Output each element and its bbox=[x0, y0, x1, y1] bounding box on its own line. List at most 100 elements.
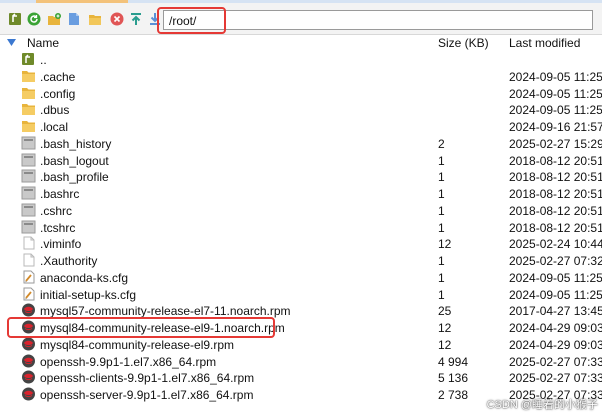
file-size: 1 bbox=[438, 220, 445, 235]
folder-icon bbox=[21, 102, 36, 116]
file-name: .bash_profile bbox=[40, 170, 109, 185]
file-row[interactable]: .tcshrc 1 2018-08-12 20:51 bbox=[0, 219, 602, 236]
sysfile-icon bbox=[21, 186, 36, 200]
sysfile-icon bbox=[21, 136, 36, 150]
file-row[interactable]: .bash_profile 1 2018-08-12 20:51 bbox=[0, 168, 602, 185]
rpm-icon bbox=[21, 387, 36, 401]
file-modified: 2018-08-12 20:51 bbox=[509, 170, 602, 185]
file-modified: 2018-08-12 20:51 bbox=[509, 187, 602, 201]
file-name: .cshrc bbox=[40, 203, 73, 218]
parent-dir-icon[interactable] bbox=[8, 12, 22, 26]
new-folder-icon[interactable] bbox=[47, 12, 61, 26]
file-row[interactable]: .local 2024-09-16 21:57 bbox=[0, 118, 602, 135]
file-size: 1 bbox=[438, 170, 445, 185]
rpm-icon bbox=[21, 303, 36, 317]
file-modified: 2025-02-24 10:44 bbox=[509, 237, 602, 252]
rpm-icon bbox=[21, 337, 36, 351]
cfg-icon bbox=[21, 270, 36, 284]
blank-icon bbox=[21, 236, 36, 250]
file-row[interactable]: .Xauthority 1 2025-02-27 07:32 bbox=[0, 252, 602, 269]
sysfile-icon bbox=[21, 203, 36, 217]
file-name: .config bbox=[40, 86, 76, 101]
file-row[interactable]: .cshrc 1 2018-08-12 20:51 bbox=[0, 202, 602, 219]
file-modified: 2018-08-12 20:51 bbox=[509, 220, 602, 235]
file-row[interactable]: initial-setup-ks.cfg 1 2024-09-05 11:25 bbox=[0, 286, 602, 303]
file-modified: 2024-04-29 09:03 bbox=[509, 337, 602, 352]
column-last-modified[interactable]: Last modified bbox=[509, 36, 580, 50]
file-modified: 2024-04-29 09:03 bbox=[509, 321, 602, 335]
rpm-icon bbox=[21, 354, 36, 368]
file-size: 1 bbox=[438, 153, 445, 168]
file-size: 12 bbox=[438, 237, 452, 252]
file-row[interactable]: openssh-clients-9.9p1-1.el7.x86_64.rpm 5 … bbox=[0, 369, 602, 386]
file-row[interactable]: .bash_logout 1 2018-08-12 20:51 bbox=[0, 152, 602, 169]
file-name: .bash_logout bbox=[40, 153, 109, 168]
row-highlight-box bbox=[7, 317, 275, 338]
file-size: 1 bbox=[438, 270, 445, 285]
cfg-icon bbox=[21, 287, 36, 301]
file-modified: 2024-09-05 11:25 bbox=[509, 270, 602, 285]
column-size[interactable]: Size (KB) bbox=[438, 36, 489, 50]
path-input[interactable]: /root/ bbox=[163, 10, 593, 30]
file-name: anaconda-ks.cfg bbox=[40, 270, 129, 285]
file-modified: 2024-09-05 11:25 bbox=[509, 69, 602, 84]
file-row[interactable]: mysql84-community-release-el9.rpm 12 2024-… bbox=[0, 336, 602, 353]
file-row[interactable]: .dbus 2024-09-05 11:25 bbox=[0, 101, 602, 118]
file-row[interactable]: .. bbox=[0, 51, 602, 68]
file-name: .dbus bbox=[40, 103, 70, 118]
file-row[interactable]: openssh-9.9p1-1.el7.x86_64.rpm 4 994 2025-… bbox=[0, 353, 602, 370]
sysfile-icon bbox=[21, 153, 36, 167]
folder-icon bbox=[21, 69, 36, 83]
file-row[interactable]: .cache 2024-09-05 11:25 bbox=[0, 68, 602, 85]
file-modified: 2018-08-12 20:51 bbox=[509, 153, 602, 168]
file-modified: 2025-02-27 07:33 bbox=[509, 371, 602, 386]
new-file-icon[interactable] bbox=[67, 12, 81, 26]
rpm-icon bbox=[21, 370, 36, 384]
column-name[interactable]: Name bbox=[27, 36, 59, 50]
file-row[interactable]: .viminfo 12 2025-02-24 10:44 bbox=[0, 235, 602, 252]
file-modified: 2024-09-05 11:25 bbox=[509, 103, 602, 118]
file-size: 1 bbox=[438, 187, 445, 201]
file-size: 4 994 bbox=[438, 354, 469, 369]
parent-icon bbox=[21, 52, 36, 66]
file-row[interactable]: .config 2024-09-05 11:25 bbox=[0, 85, 602, 102]
file-size: 12 bbox=[438, 337, 452, 352]
file-modified: 2018-08-12 20:51 bbox=[509, 203, 602, 218]
folder-icon bbox=[21, 86, 36, 100]
file-size: 2 738 bbox=[438, 388, 469, 402]
blank-icon bbox=[21, 253, 36, 267]
file-name: .tcshrc bbox=[40, 220, 76, 235]
file-size: 1 bbox=[438, 254, 445, 268]
column-header: Name Size (KB) Last modified bbox=[0, 35, 602, 51]
file-modified: 2025-02-27 15:29 bbox=[509, 136, 602, 151]
folder-icon bbox=[21, 119, 36, 133]
file-row[interactable]: anaconda-ks.cfg 1 2024-09-05 11:25 bbox=[0, 269, 602, 286]
file-name: openssh-clients-9.9p1-1.el7.x86_64.rpm bbox=[40, 371, 255, 386]
file-name: openssh-9.9p1-1.el7.x86_64.rpm bbox=[40, 354, 217, 369]
file-size: 12 bbox=[438, 321, 452, 335]
file-name: .bash_history bbox=[40, 136, 112, 151]
file-row[interactable]: .bashrc 1 2018-08-12 20:51 bbox=[0, 185, 602, 202]
file-modified: 2025-02-27 07:33 bbox=[509, 354, 602, 369]
sort-arrow-icon[interactable] bbox=[7, 39, 16, 47]
watermark: CSDN @睡着的小猴子 bbox=[486, 399, 598, 411]
file-size: 1 bbox=[438, 203, 445, 218]
file-size: 2 bbox=[438, 136, 445, 151]
file-name: .bashrc bbox=[40, 187, 80, 201]
file-name: .local bbox=[40, 120, 69, 134]
file-modified: 2024-09-05 11:25 bbox=[509, 287, 602, 302]
open-folder-icon[interactable] bbox=[88, 12, 102, 26]
file-name: .. bbox=[40, 53, 47, 67]
file-name: mysql84-community-release-el9.rpm bbox=[40, 337, 235, 352]
file-name: .viminfo bbox=[40, 237, 82, 252]
refresh-icon[interactable] bbox=[27, 12, 41, 26]
file-row[interactable]: .bash_history 2 2025-02-27 15:29 bbox=[0, 135, 602, 152]
delete-icon[interactable] bbox=[110, 12, 124, 26]
file-modified: 2025-02-27 07:32 bbox=[509, 254, 602, 268]
sysfile-icon bbox=[21, 169, 36, 183]
file-name: .cache bbox=[40, 69, 76, 84]
file-modified: 2017-04-27 13:45 bbox=[509, 304, 602, 319]
upload-icon[interactable] bbox=[129, 12, 143, 26]
file-modified: 2024-09-05 11:25 bbox=[509, 86, 602, 101]
path-highlight-box bbox=[157, 7, 226, 34]
